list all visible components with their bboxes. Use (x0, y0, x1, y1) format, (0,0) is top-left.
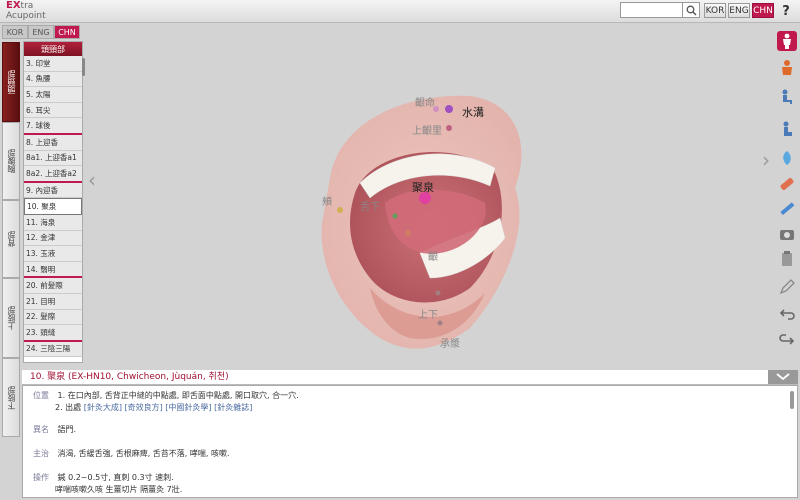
chevron-right-icon[interactable]: › (762, 148, 770, 172)
position-row: 位置 1. 在口內部, 舌背正中縫的中點處, 即舌面中點處, 開口取穴, 合一穴… (33, 390, 299, 402)
redo-icon[interactable] (777, 329, 797, 349)
sublang-chn[interactable]: CHN (54, 25, 80, 39)
pencil-icon[interactable] (777, 277, 797, 297)
tab-back-label: 背部 (6, 231, 16, 247)
body-region-tabs: 頭頸部 胸腹部 背部 上肢部 下肢部 (0, 42, 22, 437)
method-row-2: 哮喘咳嗽久咳 生薑切片 隔薑灸 7壯. (55, 484, 182, 496)
list-item[interactable]: 24. 三陰三陽 (24, 341, 82, 358)
tab-lower-limb-label: 下肢部 (6, 385, 16, 410)
label-yinjiao[interactable]: 齦命 (415, 94, 435, 109)
help-button[interactable]: ? (778, 2, 794, 20)
chevron-left-icon[interactable]: ‹ (88, 168, 96, 192)
indication-row: 主治 消渴, 舌緩舌強, 舌根麻痺, 舌苔不落, 哮喘, 咳嗽. (33, 448, 230, 460)
label-shexia[interactable]: 舌下 (360, 198, 380, 213)
person-side-icon[interactable] (777, 57, 797, 77)
person-front-icon[interactable] (777, 31, 797, 51)
list-item[interactable]: 7. 球後 (24, 118, 82, 135)
logo-line1: tra (20, 1, 34, 11)
mouth-3d-view[interactable]: 齦命 水溝 上齦里 聚泉 舌下 頰 齦 上下 承漿 (300, 88, 545, 358)
label-chengjiang[interactable]: 承漿 (440, 335, 460, 350)
lang-chn-button[interactable]: CHN (752, 3, 774, 18)
method-row: 操作 鍼 0.2~0.5寸, 直刺 0.3寸 速刺. (33, 472, 174, 484)
collapse-button[interactable] (768, 370, 798, 384)
method-text-1: 鍼 0.2~0.5寸, 直刺 0.3寸 速刺. (57, 473, 174, 482)
list-item[interactable]: 23. 頭縫 (24, 325, 82, 342)
method-label: 操作 (33, 473, 49, 482)
tab-head-neck[interactable]: 頭頸部 (2, 42, 20, 122)
meridian-icon[interactable] (777, 148, 797, 168)
person-sitting-icon[interactable] (777, 87, 797, 107)
list-item[interactable]: 5. 太陽 (24, 87, 82, 103)
list-item[interactable]: 4. 魚腰 (24, 71, 82, 88)
camera-icon[interactable] (777, 224, 797, 244)
label-jia[interactable]: 頰 (322, 193, 332, 208)
tab-upper-limb[interactable]: 上肢部 (2, 278, 20, 358)
logo-line2: Acupoint (6, 11, 46, 21)
search-icon (686, 5, 697, 16)
position-text-1: 1. 在口內部, 舌背正中縫的中點處, 即舌面中點處, 開口取穴, 合一穴. (57, 391, 299, 400)
tab-back[interactable]: 背部 (2, 200, 20, 278)
list-item[interactable]: 6. 耳尖 (24, 102, 82, 119)
indication-text: 消渴, 舌緩舌強, 舌根麻痺, 舌苔不落, 哮喘, 咳嗽. (57, 449, 230, 458)
list-item[interactable]: 13. 玉液 (24, 246, 82, 262)
sublang-kor[interactable]: KOR (2, 25, 28, 39)
list-item[interactable]: 8a1. 上迎香a1 (24, 150, 82, 167)
logo-ex: EX (6, 0, 21, 11)
alias-text: 語門. (57, 425, 77, 434)
list-item[interactable]: 12. 金津 (24, 230, 82, 247)
list-item[interactable]: 21. 目明 (24, 293, 82, 310)
app-logo: EXtra Acupoint (6, 0, 46, 22)
label-juquan[interactable]: 聚泉 (412, 179, 434, 195)
label-shangyingli[interactable]: 上齦里 (412, 122, 442, 137)
acupoint-list: 頭頸部 3. 印堂 4. 魚腰 5. 太陽 6. 耳尖 7. 球後 8. 上迎香… (23, 41, 83, 363)
list-item[interactable]: 8a2. 上迎香a2 (24, 166, 82, 183)
undo-icon[interactable] (777, 305, 797, 325)
lang-eng-button[interactable]: ENG (728, 3, 750, 18)
person-standing-icon[interactable] (777, 119, 797, 139)
chevron-down-icon (776, 373, 790, 381)
list-item[interactable]: 22. 髮際 (24, 309, 82, 326)
indication-label: 主治 (33, 449, 49, 458)
tab-head-neck-label: 頭頸部 (6, 70, 16, 94)
detail-title: 10. 聚泉 (EX-HN10, Chwicheon, Jùquán, 취천) (30, 372, 229, 382)
label-yin[interactable]: 齦 (428, 248, 438, 263)
label-shuigou[interactable]: 水溝 (462, 104, 484, 120)
alias-row: 異名 語門. (33, 424, 76, 436)
label-shangxia[interactable]: 上下 (418, 306, 438, 321)
method-text-2: 哮喘咳嗽久咳 生薑切片 隔薑灸 7壯. (55, 485, 183, 494)
ruler-icon[interactable] (777, 199, 797, 219)
list-scrollbar[interactable] (82, 58, 85, 76)
list-item[interactable]: 8. 上迎香 (24, 134, 82, 151)
list-item[interactable]: 3. 印堂 (24, 56, 82, 72)
source-links[interactable]: [針灸大成] [奇效良方] [中國針灸學] [針灸雜誌] (84, 403, 253, 412)
search-button[interactable] (682, 2, 700, 18)
sub-language-tabs: KOR ENG CHN (0, 25, 84, 39)
list-item-selected[interactable]: 10. 聚泉 (24, 198, 82, 215)
tab-upper-limb-label: 上肢部 (6, 306, 16, 330)
list-item[interactable]: 14. 翳明 (24, 261, 82, 279)
list-item[interactable]: 9. 內迎香 (24, 182, 82, 199)
list-header: 頭頸部 (24, 42, 82, 56)
sublang-eng[interactable]: ENG (28, 25, 54, 39)
tab-chest-abdomen-label: 胸腹部 (6, 149, 16, 173)
list-item[interactable]: 11. 海泉 (24, 214, 82, 231)
detail-scrollbar[interactable] (790, 391, 794, 409)
clipboard-icon[interactable] (777, 249, 797, 269)
right-toolbar (775, 27, 799, 349)
position-row-2: 2. 出處 [針灸大成] [奇效良方] [中國針灸學] [針灸雜誌] (55, 402, 252, 414)
tab-chest-abdomen[interactable]: 胸腹部 (2, 122, 20, 200)
position-label: 位置 (33, 391, 49, 400)
tape-icon[interactable] (777, 174, 797, 194)
alias-label: 異名 (33, 425, 49, 434)
detail-panel: 位置 1. 在口內部, 舌背正中縫的中點處, 即舌面中點處, 開口取穴, 合一穴… (22, 385, 798, 498)
lang-kor-button[interactable]: KOR (704, 3, 726, 18)
position-text-2: 2. 出處 (55, 403, 82, 412)
list-item[interactable]: 20. 前髮際 (24, 278, 82, 294)
tab-lower-limb[interactable]: 下肢部 (2, 358, 20, 437)
